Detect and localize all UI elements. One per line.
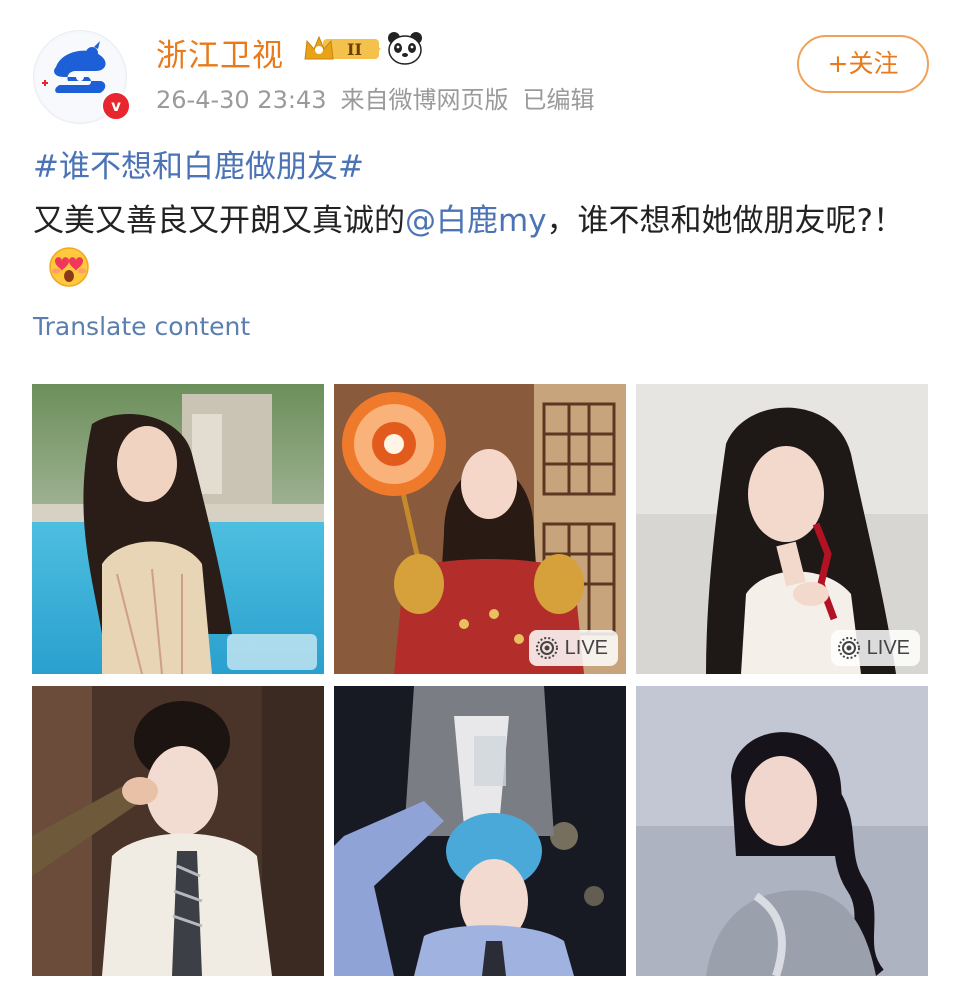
verified-badge-icon: v <box>101 91 131 121</box>
photo-4[interactable] <box>32 686 324 976</box>
post-content: #谁不想和白鹿做朋友# 又美又善良又开朗又真诚的@白鹿my，谁不想和她做朋友呢?… <box>33 145 928 307</box>
timestamp: 26-4-30 23:43 <box>156 86 327 114</box>
panda-icon <box>388 32 422 65</box>
heart-eyes-face-icon <box>47 245 91 307</box>
live-badge: LIVE <box>830 630 920 666</box>
photo-3[interactable]: LIVE <box>636 384 928 674</box>
photo-5-image <box>334 686 626 976</box>
photo-2[interactable]: LIVE <box>334 384 626 674</box>
post-meta: 26-4-30 23:43 来自微博网页版 已编辑 <box>156 80 608 115</box>
hashtag-link[interactable]: #谁不想和白鹿做朋友# <box>33 145 928 189</box>
live-badge: LIVE <box>528 630 618 666</box>
translate-link[interactable]: Translate content <box>33 312 250 341</box>
image-grid: LIVE LIVE <box>32 384 928 976</box>
post-header: v 浙江卫视 II 26-4-30 23:43 来自微博网页版 已编辑 +关注 <box>0 0 960 130</box>
text-after: ，谁不想和她做朋友呢?！ <box>546 203 904 239</box>
photo-6-image <box>636 686 928 976</box>
crown-level-badge-icon: II <box>304 35 381 60</box>
user-name[interactable]: 浙江卫视 <box>156 30 284 75</box>
post-body: 又美又善良又开朗又真诚的@白鹿my，谁不想和她做朋友呢?！ <box>33 193 928 307</box>
edited-label: 已编辑 <box>522 86 595 114</box>
photo-1[interactable] <box>32 384 324 674</box>
photo-6[interactable] <box>636 686 928 976</box>
live-label: LIVE <box>564 636 608 659</box>
text-before: 又美又善良又开朗又真诚的 <box>33 203 405 239</box>
follow-button[interactable]: +关注 <box>797 35 929 93</box>
live-label: LIVE <box>866 636 910 659</box>
photo-5[interactable] <box>334 686 626 976</box>
photo-4-image <box>32 686 324 976</box>
photo-1-image <box>32 384 324 674</box>
live-photo-icon <box>535 637 558 659</box>
mention-link[interactable]: @白鹿my <box>405 203 547 239</box>
post-source: 来自微博网页版 <box>340 86 509 114</box>
level-text: II <box>347 40 362 59</box>
live-photo-icon <box>837 637 860 659</box>
